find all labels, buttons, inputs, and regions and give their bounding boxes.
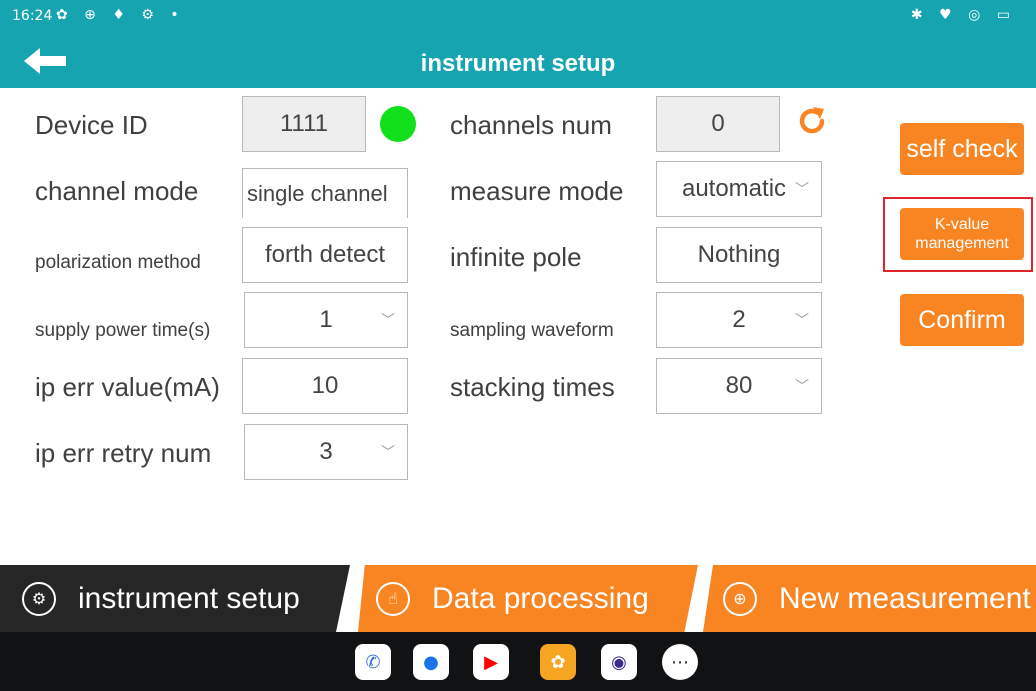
channels-num-label: channels num bbox=[450, 110, 612, 140]
header-bar: 16:24 ✿ ⊕ ♦ ⚙ • ✱ ♥ ◎ ▭ instrument setup bbox=[0, 0, 1036, 88]
camera-icon[interactable]: ◉ bbox=[601, 644, 637, 680]
measure-mode-label: measure mode bbox=[450, 176, 624, 206]
polarization-method-label: polarization method bbox=[35, 252, 201, 273]
messages-icon[interactable]: ● bbox=[413, 644, 449, 680]
tab-instrument-setup[interactable]: ⚙ instrument setup bbox=[0, 565, 350, 632]
page-title: instrument setup bbox=[420, 50, 616, 77]
ip-err-value-value: 10 bbox=[311, 372, 339, 399]
channel-mode-value: single channel bbox=[247, 180, 388, 206]
ip-err-value-field[interactable]: 10 bbox=[242, 358, 408, 414]
channel-mode-field[interactable]: single channel bbox=[242, 168, 408, 218]
bottom-tab-bar: ⚙ instrument setup ☝ Data processing ⊕ N… bbox=[0, 565, 1036, 632]
confirm-button[interactable]: Confirm bbox=[900, 294, 1024, 346]
sampling-waveform-value: 2 bbox=[732, 306, 746, 333]
infinite-pole-value: Nothing bbox=[697, 241, 781, 268]
youtube-icon[interactable]: ▶ bbox=[473, 644, 509, 680]
gear-icon: ⚙ bbox=[22, 581, 56, 616]
ip-err-retry-select[interactable]: 3 ﹀ bbox=[244, 424, 408, 480]
supply-power-time-label: supply power time(s) bbox=[35, 320, 211, 341]
k-value-label-line2: management bbox=[915, 235, 1009, 252]
status-bar: 16:24 ✿ ⊕ ♦ ⚙ • ✱ ♥ ◎ ▭ bbox=[0, 0, 1036, 36]
ip-err-retry-value: 3 bbox=[319, 438, 333, 465]
device-id-field[interactable]: 1111 bbox=[242, 96, 366, 152]
device-status-indicator bbox=[380, 106, 416, 142]
channel-mode-label: channel mode bbox=[35, 176, 199, 206]
stacking-times-value: 80 bbox=[725, 372, 753, 399]
new-measurement-icon: ⊕ bbox=[723, 581, 757, 616]
channels-num-field[interactable]: 0 bbox=[656, 96, 780, 152]
refresh-icon[interactable] bbox=[795, 104, 829, 138]
measure-mode-value: automatic bbox=[681, 175, 787, 202]
settings-icon[interactable]: ✿ bbox=[540, 644, 576, 680]
infinite-pole-field[interactable]: Nothing bbox=[656, 227, 822, 283]
status-left-icons: ✿ ⊕ ♦ ⚙ • bbox=[56, 7, 185, 23]
device-id-value: 1111 bbox=[279, 110, 329, 137]
chevron-down-icon: ﹀ bbox=[795, 182, 809, 198]
sampling-waveform-select[interactable]: 2 ﹀ bbox=[656, 292, 822, 348]
chevron-down-icon: ﹀ bbox=[795, 379, 809, 395]
polarization-method-value: forth detect bbox=[264, 241, 386, 268]
tab-label: instrument setup bbox=[78, 581, 300, 615]
chevron-down-icon: ﹀ bbox=[381, 445, 395, 461]
ip-err-retry-label: ip err retry num bbox=[35, 438, 212, 468]
hand-touch-icon: ☝ bbox=[376, 581, 410, 616]
measure-mode-select[interactable]: automatic ﹀ bbox=[656, 161, 822, 217]
k-value-label-line1: K-value bbox=[934, 216, 990, 233]
tab-label: Data processing bbox=[432, 581, 649, 615]
k-value-management-button[interactable]: K-value management bbox=[900, 208, 1024, 260]
stacking-times-label: stacking times bbox=[450, 372, 615, 402]
ip-err-value-label: ip err value(mA) bbox=[35, 372, 220, 402]
phone-icon[interactable]: ✆ bbox=[355, 644, 391, 680]
sampling-waveform-label: sampling waveform bbox=[450, 320, 614, 341]
app-drawer-icon[interactable]: ⋯ bbox=[662, 644, 698, 680]
supply-power-time-value: 1 bbox=[319, 306, 333, 333]
status-time: 16:24 bbox=[12, 8, 53, 24]
app-window: 16:24 ✿ ⊕ ♦ ⚙ • ✱ ♥ ◎ ▭ instrument setup… bbox=[0, 0, 1036, 691]
status-right-icons: ✱ ♥ ◎ ▭ bbox=[910, 7, 1016, 23]
system-dock: ✆ ● ▶ ✿ ◉ ⋯ bbox=[0, 632, 1036, 691]
supply-power-time-select[interactable]: 1 ﹀ bbox=[244, 292, 408, 348]
tab-label: New measurement bbox=[779, 581, 1031, 615]
infinite-pole-label: infinite pole bbox=[450, 242, 582, 272]
stacking-times-select[interactable]: 80 ﹀ bbox=[656, 358, 822, 414]
self-check-button[interactable]: self check bbox=[900, 123, 1024, 175]
channels-num-value: 0 bbox=[711, 110, 725, 137]
chevron-down-icon: ﹀ bbox=[795, 313, 809, 329]
device-id-label: Device ID bbox=[35, 110, 148, 140]
polarization-method-field[interactable]: forth detect bbox=[242, 227, 408, 283]
tab-new-measurement[interactable]: ⊕ New measurement bbox=[703, 565, 1036, 632]
tab-data-processing[interactable]: ☝ Data processing bbox=[358, 565, 698, 632]
chevron-down-icon: ﹀ bbox=[381, 313, 395, 329]
